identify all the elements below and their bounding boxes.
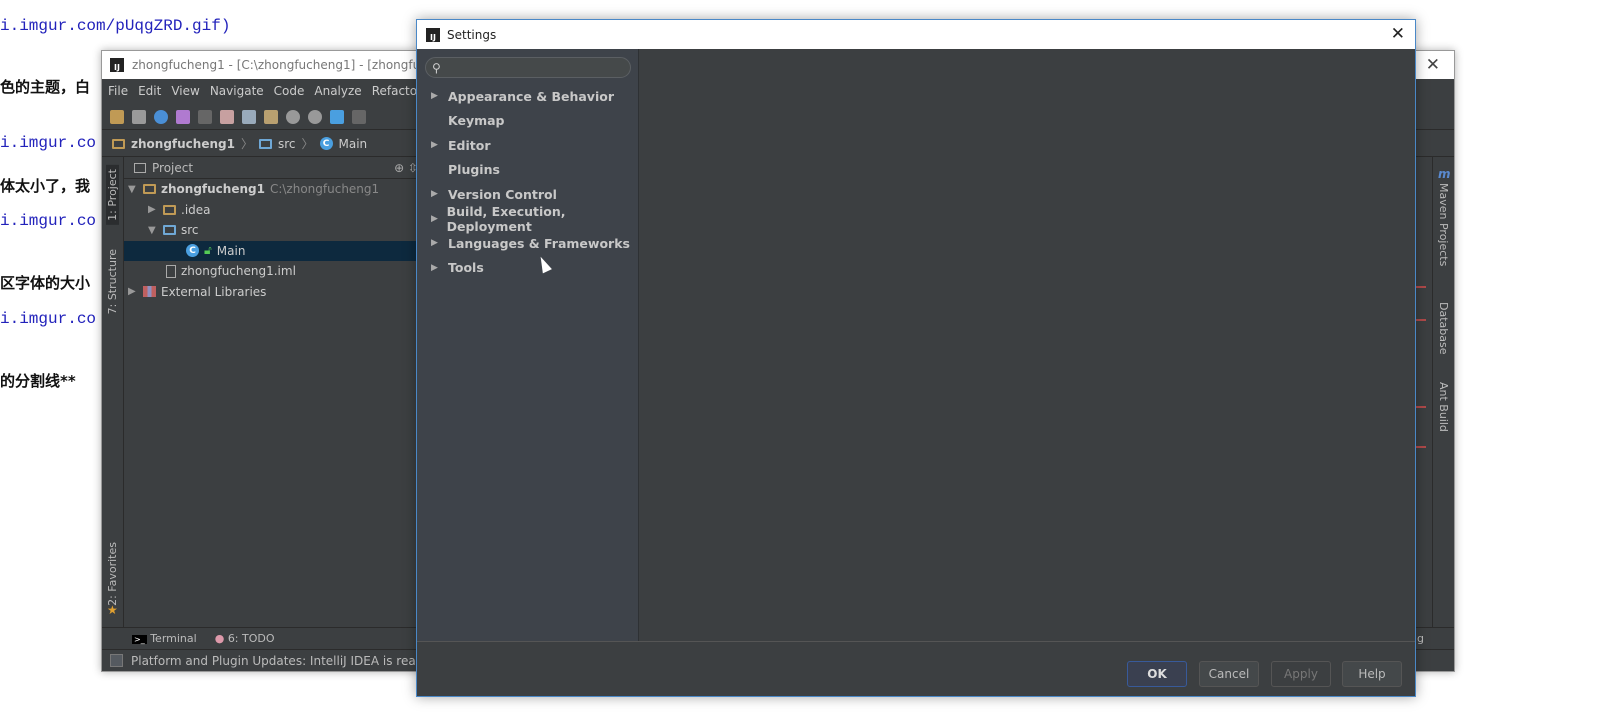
breadcrumb-item[interactable]: src [278, 137, 296, 151]
doc-link[interactable]: i.imgur.co [0, 212, 96, 230]
doc-text: 的分割线** [0, 372, 76, 390]
doc-text: 色的主题，白 [0, 78, 91, 96]
tree-item[interactable]: ▶ External Libraries [124, 282, 424, 303]
nav-editor[interactable]: ▶ Editor [417, 133, 638, 158]
project-view-selector[interactable]: Project [152, 161, 193, 175]
replace-icon[interactable] [308, 109, 322, 124]
intellij-logo-icon: IJ [426, 27, 440, 42]
tree-item[interactable]: zhongfucheng1.iml [124, 261, 424, 282]
forward-icon[interactable] [352, 109, 366, 124]
intellij-logo-icon: IJ [110, 58, 124, 72]
search-icon: ⚲ [432, 60, 441, 75]
maven-icon: m [1438, 167, 1451, 181]
close-icon[interactable]: ✕ [1426, 55, 1440, 75]
settings-nav-panel: ⚲ ▶ Appearance & Behavior Keymap ▶ Editor … [417, 49, 639, 641]
library-icon [143, 286, 156, 298]
expand-icon[interactable]: ▶ [417, 214, 447, 224]
project-panel-header: Project ⊕ ⇳ [124, 157, 424, 179]
open-icon[interactable] [110, 109, 124, 124]
class-icon: C [186, 244, 199, 258]
expand-icon[interactable]: ▶ [417, 238, 448, 248]
doc-text: 体太小了，我 [0, 177, 91, 195]
nav-keymap[interactable]: Keymap [417, 109, 638, 134]
nav-plugins[interactable]: Plugins [417, 158, 638, 183]
tree-item[interactable]: ▼ zhongfucheng1 C:\zhongfucheng1 [124, 179, 424, 200]
ide-title: zhongfucheng1 - [C:\zhongfucheng1] - [zh… [132, 58, 435, 72]
help-button[interactable]: Help [1342, 661, 1402, 687]
status-message[interactable]: Platform and Plugin Updates: IntelliJ ID… [131, 654, 430, 668]
project-folder-icon [112, 138, 125, 149]
tab-project[interactable]: 1: Project [106, 165, 119, 225]
event-log-partial[interactable]: g [1417, 632, 1424, 645]
breadcrumb-item[interactable]: Main [339, 137, 368, 151]
tab-terminal[interactable]: >_ Terminal [132, 632, 197, 645]
copy-icon[interactable] [242, 109, 256, 124]
todo-icon: ● [214, 632, 225, 645]
status-toggle-icon[interactable] [110, 654, 123, 667]
nav-appearance-behavior[interactable]: ▶ Appearance & Behavior [417, 84, 638, 109]
paste-icon[interactable] [264, 109, 278, 124]
menu-edit[interactable]: Edit [138, 84, 161, 98]
nav-tools[interactable]: ▶ Tools [417, 256, 638, 281]
doc-link[interactable]: i.imgur.co [0, 134, 96, 152]
tab-database[interactable]: Database [1437, 302, 1450, 355]
nav-languages-frameworks[interactable]: ▶ Languages & Frameworks [417, 231, 638, 256]
menu-navigate[interactable]: Navigate [210, 84, 264, 98]
sync-icon[interactable] [154, 109, 168, 124]
cut-icon[interactable] [220, 109, 234, 124]
settings-nav: ▶ Appearance & Behavior Keymap ▶ Editor Pl… [417, 84, 638, 280]
dialog-footer-divider [417, 641, 1415, 642]
locate-icon[interactable]: ⊕ ⇳ [394, 161, 418, 175]
save-icon[interactable] [132, 109, 146, 124]
search-field[interactable] [444, 60, 630, 75]
file-icon [166, 264, 176, 278]
expand-icon[interactable]: ▶ [417, 140, 448, 150]
tree-item[interactable]: ▶ .idea [124, 200, 424, 221]
close-icon[interactable]: ✕ [1391, 24, 1405, 44]
menu-bar: File Edit View Navigate Code Analyze Ref… [102, 81, 417, 101]
find-icon[interactable] [286, 109, 300, 124]
nav-build-execution-deployment[interactable]: ▶ Build, Execution, Deployment [417, 204, 638, 234]
class-icon: C [319, 137, 333, 150]
right-tool-stripe: m Maven Projects Database Ant Build [1432, 157, 1454, 627]
menu-refactor[interactable]: Refacto [372, 84, 417, 98]
tab-favorites[interactable]: 2: Favorites [106, 542, 119, 606]
tree-item[interactable]: C 🔓︎ Main [124, 240, 424, 261]
ok-button[interactable]: OK [1127, 661, 1187, 687]
tree-item[interactable]: ▼ src [124, 220, 424, 241]
expand-icon[interactable]: ▶ [417, 91, 448, 101]
apply-button[interactable]: Apply [1271, 661, 1331, 687]
folder-icon [258, 138, 272, 149]
doc-link[interactable]: i.imgur.com/pUqgZRD.gif) [0, 17, 230, 35]
menu-code[interactable]: Code [274, 84, 305, 98]
tab-maven[interactable]: Maven Projects [1437, 183, 1450, 266]
undo-icon[interactable] [176, 109, 190, 124]
doc-text: 区字体的大小 [0, 274, 91, 292]
lock-icon: 🔓︎ [204, 243, 212, 258]
left-tool-stripe: 1: Project 7: Structure 2: Favorites ★ [102, 157, 124, 627]
breadcrumb-item[interactable]: zhongfucheng1 [131, 137, 235, 151]
menu-file[interactable]: File [108, 84, 128, 98]
expand-icon[interactable]: ▶ [417, 263, 448, 273]
back-icon[interactable] [330, 109, 344, 124]
menu-view[interactable]: View [171, 84, 199, 98]
tab-structure[interactable]: 7: Structure [106, 249, 119, 314]
menu-analyze[interactable]: Analyze [314, 84, 361, 98]
expand-icon[interactable]: ▶ [417, 189, 448, 199]
redo-icon[interactable] [198, 109, 212, 124]
settings-search-input[interactable]: ⚲ [425, 57, 631, 78]
cancel-button[interactable]: Cancel [1199, 661, 1259, 687]
tab-todo[interactable]: ● 6: TODO [215, 632, 275, 645]
settings-dialog: IJ Settings ✕ ⚲ ▶ Appearance & Behavior K… [416, 19, 1416, 697]
project-tree: ▼ zhongfucheng1 C:\zhongfucheng1 ▶ .idea ▼ s… [124, 179, 424, 302]
terminal-icon: >_ [132, 635, 147, 644]
project-view-icon [134, 162, 146, 173]
doc-link[interactable]: i.imgur.co [0, 310, 96, 328]
star-icon: ★ [107, 603, 118, 617]
tab-ant-build[interactable]: Ant Build [1437, 382, 1450, 432]
dialog-title-bar: IJ Settings [417, 20, 1415, 49]
dialog-title: Settings [447, 27, 497, 42]
